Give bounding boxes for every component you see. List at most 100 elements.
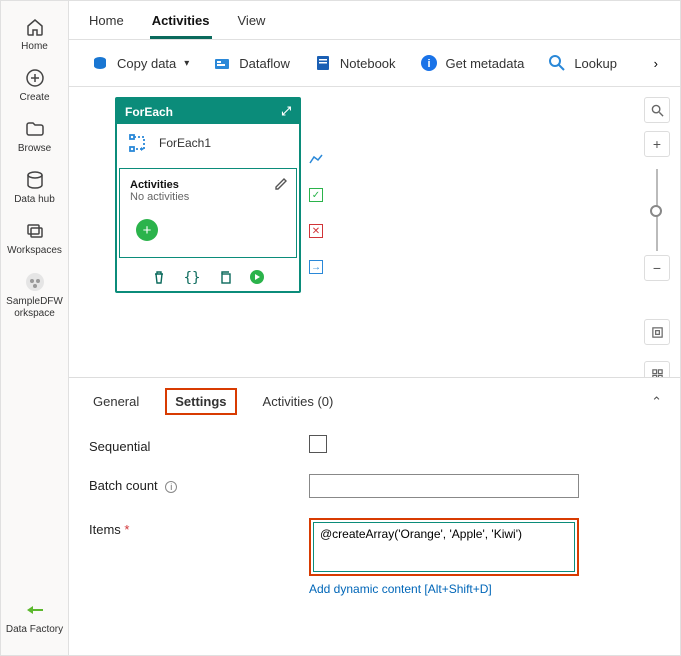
- rail-label: Browse: [18, 143, 51, 154]
- zoom-out-button[interactable]: −: [644, 255, 670, 281]
- node-title: ForEach: [125, 105, 173, 119]
- foreach-node[interactable]: ForEach ⤢ ForEach1 Activities No activit…: [115, 97, 301, 293]
- activities-toolbar: Copy data ▾ Dataflow Notebook i Get meta…: [69, 40, 680, 87]
- main-area: Home Activities View Copy data ▾ Dataflo…: [69, 1, 680, 655]
- canvas-tools: + −: [644, 97, 670, 377]
- rail-item-browse[interactable]: Browse: [1, 111, 68, 162]
- row-items: Items * Add dynamic content [Alt+Shift+D…: [89, 518, 660, 596]
- copy-icon[interactable]: [218, 270, 232, 287]
- plus-circle-icon: [25, 68, 45, 88]
- rail-item-sample-workspace[interactable]: SampleDFW orkspace: [1, 264, 68, 328]
- rail-item-home[interactable]: Home: [1, 9, 68, 60]
- toolbar-label: Get metadata: [446, 56, 525, 71]
- toolbar-overflow[interactable]: ›: [644, 50, 668, 77]
- notebook-button[interactable]: Notebook: [304, 48, 406, 78]
- zoom-slider[interactable]: [656, 169, 658, 251]
- lookup-button[interactable]: Lookup: [538, 48, 627, 78]
- datafactory-icon: [25, 600, 45, 620]
- rail-item-datafactory[interactable]: Data Factory: [1, 592, 68, 643]
- ribbon-tabs: Home Activities View: [69, 1, 680, 40]
- copy-data-button[interactable]: Copy data ▾: [81, 48, 199, 78]
- node-footer-actions: {}: [117, 264, 299, 291]
- zoom-in-button[interactable]: +: [644, 131, 670, 157]
- detail-tabs: General Settings Activities (0) ⌃: [69, 378, 680, 423]
- edit-icon[interactable]: [274, 177, 288, 196]
- loop-icon: [127, 132, 149, 154]
- collapse-panel-button[interactable]: ⌃: [651, 394, 662, 410]
- node-name: ForEach1: [159, 136, 211, 150]
- status-failure-icon[interactable]: ✕: [309, 224, 323, 238]
- required-asterisk: *: [124, 522, 129, 537]
- detail-tab-activities[interactable]: Activities (0): [257, 390, 340, 413]
- info-icon[interactable]: i: [165, 481, 177, 493]
- add-activity-button[interactable]: +: [136, 219, 158, 241]
- rail-label: Workspaces: [7, 245, 62, 256]
- row-sequential: Sequential: [89, 435, 660, 454]
- sequential-checkbox[interactable]: [309, 435, 327, 453]
- notebook-icon: [314, 54, 332, 72]
- search-icon: [548, 54, 566, 72]
- rail-label: Home: [21, 41, 48, 52]
- settings-form: Sequential Batch count i Items * A: [69, 423, 680, 608]
- plus-icon: +: [143, 222, 152, 239]
- rail-item-create[interactable]: Create: [1, 60, 68, 111]
- chevron-right-icon: ›: [654, 56, 658, 71]
- toolbar-label: Lookup: [574, 56, 617, 71]
- tab-home[interactable]: Home: [87, 7, 126, 39]
- status-success-icon[interactable]: ✓: [309, 188, 323, 202]
- rail-item-datahub[interactable]: Data hub: [1, 162, 68, 213]
- run-icon[interactable]: [250, 270, 264, 287]
- node-subheader: ForEach1: [117, 124, 299, 166]
- status-chart-icon[interactable]: [309, 152, 323, 166]
- rail-label: Data Factory: [6, 624, 63, 635]
- activities-title: Activities: [130, 179, 286, 191]
- toolbar-label: Dataflow: [239, 56, 290, 71]
- left-nav-rail: Home Create Browse Data hub Workspaces S…: [1, 1, 69, 655]
- auto-layout-button[interactable]: [644, 361, 670, 377]
- braces-icon[interactable]: {}: [184, 270, 201, 287]
- dataflow-icon: [213, 54, 231, 72]
- tab-activities[interactable]: Activities: [150, 7, 212, 39]
- row-batch-count: Batch count i: [89, 474, 660, 498]
- chevron-down-icon: ▾: [184, 58, 189, 69]
- items-highlight-box: [309, 518, 579, 576]
- workspace-circle-icon: [25, 272, 45, 292]
- add-dynamic-content-link[interactable]: Add dynamic content [Alt+Shift+D]: [309, 582, 579, 596]
- workspaces-icon: [25, 221, 45, 241]
- chevron-up-icon: ⌃: [651, 394, 662, 409]
- items-textarea[interactable]: [313, 522, 575, 572]
- activities-subtitle: No activities: [130, 191, 286, 203]
- toolbar-label: Notebook: [340, 56, 396, 71]
- canvas-wrap: ForEach ⤢ ForEach1 Activities No activit…: [69, 87, 680, 377]
- get-metadata-button[interactable]: i Get metadata: [410, 48, 535, 78]
- node-header[interactable]: ForEach ⤢: [117, 99, 299, 124]
- copydata-icon: [91, 54, 109, 72]
- detail-tab-general[interactable]: General: [87, 390, 145, 413]
- status-skip-icon[interactable]: →: [309, 260, 323, 274]
- zoom-knob[interactable]: [650, 205, 662, 217]
- rail-label: Data hub: [14, 194, 55, 205]
- expand-icon[interactable]: ⤢: [281, 104, 291, 119]
- home-icon: [25, 17, 45, 37]
- toolbar-label: Copy data: [117, 56, 176, 71]
- rail-label: SampleDFW orkspace: [1, 296, 68, 320]
- rail-item-workspaces[interactable]: Workspaces: [1, 213, 68, 264]
- info-icon: i: [420, 54, 438, 72]
- delete-icon[interactable]: [152, 270, 166, 287]
- database-icon: [25, 170, 45, 190]
- activities-container[interactable]: Activities No activities +: [119, 168, 297, 258]
- batch-count-label: Batch count i: [89, 474, 309, 493]
- canvas-search-button[interactable]: [644, 97, 670, 123]
- detail-panel: General Settings Activities (0) ⌃ Sequen…: [69, 377, 680, 655]
- tab-view[interactable]: View: [236, 7, 268, 39]
- rail-label: Create: [19, 92, 49, 103]
- detail-tab-settings[interactable]: Settings: [165, 388, 236, 415]
- node-status-column: ✓ ✕ →: [309, 152, 323, 274]
- fit-to-screen-button[interactable]: [644, 319, 670, 345]
- items-label: Items *: [89, 518, 309, 537]
- pipeline-canvas[interactable]: ForEach ⤢ ForEach1 Activities No activit…: [69, 87, 680, 377]
- svg-text:i: i: [427, 58, 430, 70]
- folder-icon: [25, 119, 45, 139]
- batch-count-input[interactable]: [309, 474, 579, 498]
- dataflow-button[interactable]: Dataflow: [203, 48, 300, 78]
